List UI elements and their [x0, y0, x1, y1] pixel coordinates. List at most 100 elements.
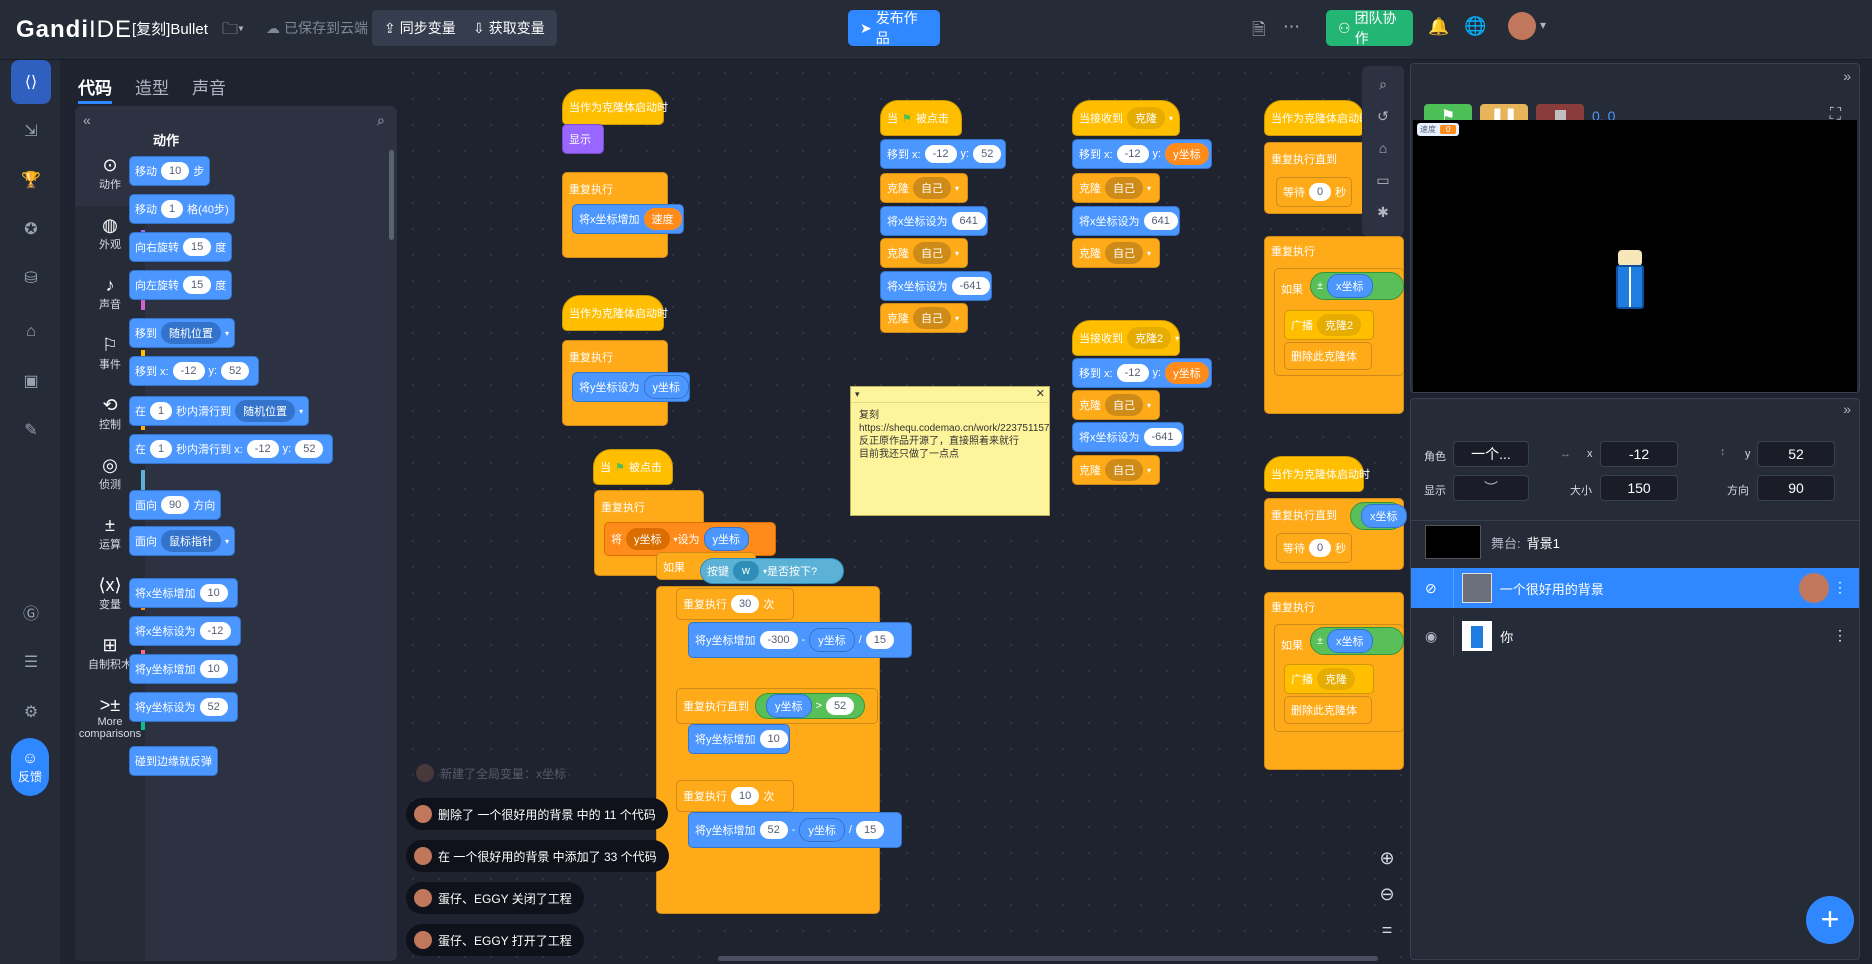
green-flag-hat[interactable]: 当 ⚑ 被点击 [880, 100, 962, 136]
import-nav-icon[interactable]: ⇲ [11, 109, 51, 153]
y-coordinate-reporter[interactable]: y坐标 [643, 375, 689, 399]
key-pressed-sensing[interactable]: 按键 w ▾ 是否按下? [700, 558, 844, 584]
database-icon[interactable]: ⛁ [11, 256, 51, 300]
direction-field[interactable]: 90 [1757, 475, 1835, 501]
broadcast-block[interactable]: 广播 克隆 [1284, 664, 1374, 694]
set-x-block[interactable]: 将x坐标设为 -641 [880, 271, 992, 301]
team-collaboration-button[interactable]: ⚇ 团队协作 [1326, 10, 1413, 46]
set-y-block[interactable]: 将y坐标设为 y坐标 [572, 372, 690, 402]
sprite-name-field[interactable]: 一个... [1453, 441, 1529, 467]
create-clone-block[interactable]: 克隆 自己 ▾ [1072, 455, 1160, 485]
create-clone-block[interactable]: 克隆 自己 ▾ [1072, 390, 1160, 420]
project-title[interactable]: [复刻]Bullet [132, 18, 208, 39]
sprite-item-player[interactable]: ◉ 你 ⋮ [1411, 616, 1859, 656]
stage-canvas[interactable]: 速度 0 [1413, 120, 1857, 392]
tab-costumes[interactable]: 造型 [135, 74, 169, 99]
palette-scrollbar[interactable] [389, 150, 394, 240]
palette-block[interactable]: 将x坐标设为 -12 [129, 616, 242, 646]
eye-icon[interactable]: ◉ [1425, 628, 1437, 645]
palette-block[interactable]: 将y坐标设为 52 [129, 692, 238, 722]
palette-block[interactable]: 移动 10 步 [129, 156, 211, 186]
zoom-in-icon[interactable]: ⊕ [1370, 843, 1404, 873]
comparison-operator[interactable]: ± x坐标 [1310, 272, 1404, 300]
bell-icon[interactable]: 🔔 [1428, 17, 1449, 37]
publish-button[interactable]: ➤ 发布作品 [848, 10, 940, 46]
palette-block[interactable]: 面向 90 方向 [129, 490, 222, 520]
close-comment-icon[interactable]: ✕ [1036, 387, 1045, 400]
brush-icon[interactable]: ✎ [11, 408, 51, 452]
board-icon[interactable]: ☰ [11, 640, 51, 684]
change-y-block[interactable]: 将y坐标增加 52- y坐标/15 [688, 812, 902, 848]
g-extension-icon[interactable]: Ⓖ [11, 590, 51, 634]
when-clone-start-hat[interactable]: 当作为克隆体启动时 [562, 295, 668, 331]
sprite-item-background[interactable]: ⊘ 一个很好用的背景 ⋮ [1411, 568, 1859, 608]
delete-clone-block[interactable]: 删除此克隆体 [1284, 696, 1372, 724]
robot-icon[interactable]: ⌂ [1373, 140, 1393, 160]
palette-block[interactable]: 在 1 秒内滑行到 随机位置 ▾ [129, 396, 310, 426]
notes-icon[interactable]: 🗎 [1252, 17, 1266, 46]
set-x-block[interactable]: 将x坐标设为 641 [880, 206, 988, 236]
delete-clone-block[interactable]: 删除此克隆体 [1284, 342, 1372, 370]
robot-icon[interactable]: ⌂ [11, 310, 51, 354]
when-clone-start-hat[interactable]: 当作为克隆体启动时 [562, 89, 668, 125]
tab-code[interactable]: 代码 [78, 74, 112, 99]
change-y-block[interactable]: 将y坐标增加 10 [688, 724, 790, 754]
tab-sounds[interactable]: 声音 [192, 74, 226, 99]
goto-xy-block[interactable]: 移到 x: -12 y: y坐标 [1072, 139, 1212, 169]
create-clone-block[interactable]: 克隆 自己 ▾ [1072, 238, 1160, 268]
create-clone-block[interactable]: 克隆 自己 ▾ [1072, 173, 1160, 203]
y-field[interactable]: 52 [1757, 441, 1835, 467]
repeat-block[interactable]: 重复执行 30 次 [676, 588, 794, 620]
palette-block[interactable]: 碰到边缘就反弹 [129, 746, 218, 776]
set-x-block[interactable]: 将x坐标设为 -641 [1072, 422, 1184, 452]
chevron-down-icon[interactable]: ▾ [1540, 18, 1546, 32]
when-clone-start-hat[interactable]: 当作为克隆体启动时 [1264, 100, 1370, 136]
comparison-operator[interactable]: ± x坐标 [1310, 627, 1404, 655]
chat-icon[interactable]: ⋯ [1283, 17, 1300, 37]
collapse-comment-icon[interactable]: ▾ [855, 389, 860, 400]
create-clone-block[interactable]: 克隆 自己 ▾ [880, 238, 968, 268]
settings-gear-icon[interactable]: ⚙ [11, 690, 51, 734]
zoom-reset-icon[interactable]: = [1370, 915, 1404, 945]
more-icon[interactable]: ⋮ [1833, 627, 1847, 644]
x-field[interactable]: -12 [1600, 441, 1678, 467]
create-clone-block[interactable]: 克隆 自己 ▾ [880, 173, 968, 203]
when-receive-hat[interactable]: 当接收到 克隆 ▾ [1072, 100, 1180, 136]
badge-icon[interactable]: ✪ [11, 207, 51, 251]
palette-block[interactable]: 移动 1 格(40步) [129, 194, 235, 224]
trophy-icon[interactable]: 🏆 [11, 158, 51, 202]
repeat-block[interactable]: 重复执行 10 次 [676, 780, 794, 812]
when-receive-hat[interactable]: 当接收到 克隆2 ▾ [1072, 320, 1180, 356]
repeat-until-block[interactable]: 重复执行直到 y坐标 >52 [676, 688, 878, 724]
broadcast-block[interactable]: 广播 克隆2 [1284, 310, 1374, 340]
x-coordinate-reporter[interactable]: x坐标 [1350, 502, 1407, 530]
image-icon[interactable]: ▣ [11, 359, 51, 403]
when-clone-start-hat[interactable]: 当作为克隆体启动时 [1264, 456, 1370, 492]
green-flag-hat[interactable]: 当 ⚑ 被点击 [593, 449, 673, 485]
stage-row[interactable]: 舞台: 背景1 [1411, 522, 1859, 562]
create-clone-block[interactable]: 克隆 自己 ▾ [880, 303, 968, 333]
search-code-icon[interactable]: ⌕ [1373, 76, 1393, 96]
palette-block[interactable]: 将y坐标增加 10 [129, 654, 238, 684]
search-icon[interactable]: ⌕ [377, 112, 385, 129]
code-comment[interactable]: ▾ ✕ 复刻 https://shequ.codemao.cn/work/223… [850, 386, 1050, 516]
palette-block[interactable]: 将x坐标增加 10 [129, 578, 238, 608]
more-icon[interactable]: ⋮ [1833, 579, 1847, 596]
sync-variables-button[interactable]: ⇪ 同步变量 [372, 10, 468, 46]
speed-reporter[interactable]: 速度 [643, 208, 682, 230]
history-icon[interactable]: ↺ [1373, 108, 1393, 128]
expand-icon[interactable]: » [1843, 68, 1851, 84]
workspace-scrollbar[interactable] [718, 956, 1378, 961]
fetch-variables-button[interactable]: ⇩ 获取变量 [461, 10, 557, 46]
show-block[interactable]: 显示 [562, 124, 604, 154]
terminal-icon[interactable]: ▭ [1373, 172, 1393, 192]
folder-icon[interactable]: 🗀▾ [222, 18, 244, 45]
palette-block[interactable]: 向右旋转 15 度 [129, 232, 233, 262]
change-x-block[interactable]: 将x坐标增加 速度 [572, 204, 684, 234]
palette-block[interactable]: 向左旋转 15 度 [129, 270, 233, 300]
bug-icon[interactable]: ✱ [1373, 204, 1393, 224]
wait-block[interactable]: 等待 0 秒 [1276, 533, 1352, 563]
goto-xy-block[interactable]: 移到 x: -12 y: 52 [880, 139, 1006, 169]
user-avatar[interactable] [1508, 12, 1536, 40]
zoom-out-icon[interactable]: ⊖ [1370, 879, 1404, 909]
